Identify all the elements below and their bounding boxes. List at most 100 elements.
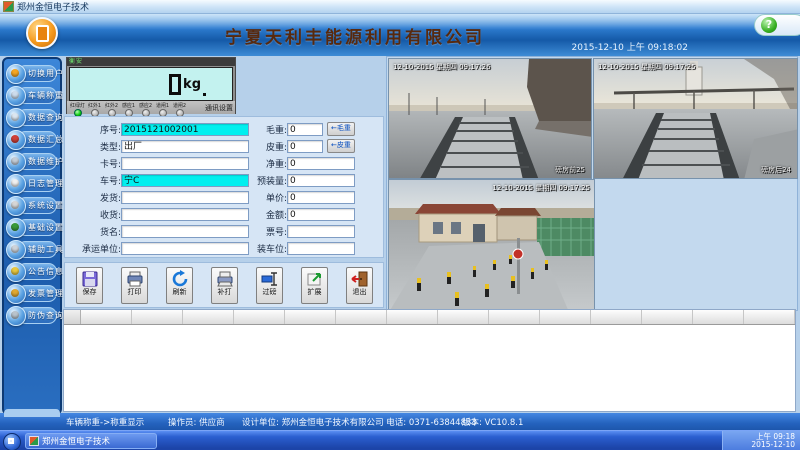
- field-input[interactable]: 0: [287, 174, 355, 187]
- column-header[interactable]: [132, 310, 183, 324]
- base-settings-icon: [6, 218, 26, 238]
- field-input[interactable]: 出厂: [121, 140, 249, 153]
- form-row: 金额: 0: [241, 207, 355, 221]
- field-input[interactable]: 0: [287, 208, 355, 221]
- field-input[interactable]: 宁C: [121, 174, 249, 187]
- sidebar-item[interactable]: 数据汇总: [6, 129, 58, 150]
- notice-info-icon: [6, 262, 26, 282]
- refresh-icon: [171, 270, 189, 288]
- column-header[interactable]: [591, 310, 642, 324]
- sidebar-item[interactable]: 公告信息: [6, 261, 58, 282]
- camera-name-label: 磅房前25: [555, 165, 585, 175]
- field-input[interactable]: [287, 242, 355, 255]
- status-bar: 车辆称重->称重显示 操作员: 供应商 设计单位: 郑州金恒电子技术有限公司 电…: [0, 413, 800, 430]
- column-header[interactable]: [489, 310, 540, 324]
- table-header-row: [64, 310, 795, 325]
- sidebar-item[interactable]: 发票管理: [6, 283, 58, 304]
- refresh-button[interactable]: 刷新: [166, 267, 193, 304]
- field-input[interactable]: 0: [287, 123, 323, 136]
- system-tray-clock[interactable]: 上午 09:18 2015-12-10: [722, 431, 800, 450]
- form-row: 毛重: 0 ←毛重: [241, 122, 355, 136]
- take-weight-button[interactable]: ←皮重: [327, 139, 355, 153]
- taskbar-app-button[interactable]: 郑州金恒电子技术: [25, 433, 157, 449]
- field-label: 发货:: [69, 191, 121, 204]
- field-input[interactable]: 0: [287, 191, 355, 204]
- field-label: 单价:: [241, 191, 287, 204]
- column-header[interactable]: [81, 310, 132, 324]
- start-button[interactable]: [3, 433, 21, 450]
- sidebar-item[interactable]: 系统设置: [6, 195, 58, 216]
- field-input[interactable]: 0: [287, 140, 323, 153]
- form-row: 类型: 出厂: [69, 139, 249, 153]
- column-header[interactable]: [540, 310, 591, 324]
- expand-button[interactable]: 扩展: [301, 267, 328, 304]
- column-header[interactable]: [183, 310, 234, 324]
- system-settings-gear-icon: [6, 196, 26, 216]
- records-table: [63, 309, 796, 412]
- field-input[interactable]: [287, 225, 355, 238]
- lcd-digit-zero: [169, 74, 181, 95]
- sidebar-item[interactable]: 数据维护: [6, 151, 58, 172]
- sidebar-item[interactable]: 辅助工具: [6, 239, 58, 260]
- sidebar-item-label: 数据查询: [28, 112, 64, 123]
- form-row: 净重: 0: [241, 156, 355, 170]
- column-header[interactable]: [285, 310, 336, 324]
- sidebar-item-label: 系统设置: [28, 200, 64, 211]
- field-input[interactable]: 2015121002001: [121, 123, 249, 136]
- column-header[interactable]: [693, 310, 744, 324]
- switch-user-icon: [6, 64, 26, 84]
- print-button[interactable]: 打印: [121, 267, 148, 304]
- sidebar-item-label: 切换用户: [28, 68, 64, 79]
- take-weight-button[interactable]: ←毛重: [327, 122, 355, 136]
- print-icon: [126, 270, 144, 288]
- column-header[interactable]: [234, 310, 285, 324]
- sidebar-item[interactable]: 防伪查询: [6, 305, 58, 326]
- weigh-pass-button[interactable]: 过磅: [256, 267, 283, 304]
- column-header[interactable]: [387, 310, 438, 324]
- io-indicator: 红外2: [103, 101, 120, 117]
- form-row: 皮重: 0 ←皮重: [241, 139, 355, 153]
- field-input[interactable]: [121, 191, 249, 204]
- field-input[interactable]: [121, 225, 249, 238]
- column-header[interactable]: [642, 310, 693, 324]
- reprint-button[interactable]: 补打: [211, 267, 238, 304]
- help-button[interactable]: ?: [754, 14, 800, 36]
- field-label: 皮重:: [241, 140, 287, 153]
- sidebar-item[interactable]: 切换用户: [6, 63, 58, 84]
- column-header[interactable]: [438, 310, 489, 324]
- sidebar-item-label: 发票管理: [28, 288, 64, 299]
- field-input[interactable]: [121, 157, 249, 170]
- reprint-icon: [216, 270, 234, 288]
- form-row: 收货:: [69, 207, 249, 221]
- sidebar-item[interactable]: 基础设置: [6, 217, 58, 238]
- save-button[interactable]: 保存: [76, 267, 103, 304]
- sidebar-item[interactable]: 车辆称重: [6, 85, 58, 106]
- field-input[interactable]: [121, 208, 249, 221]
- field-label: 预装量:: [241, 174, 287, 187]
- field-label: 金额:: [241, 208, 287, 221]
- comm-settings-button[interactable]: 通讯设置: [205, 103, 233, 113]
- io-indicator: 感应2: [137, 101, 154, 117]
- field-label: 车号:: [69, 174, 121, 187]
- form-row: 承运单位:: [69, 241, 249, 255]
- taskbar-app-icon: [29, 436, 39, 446]
- exit-door-icon: [351, 270, 369, 288]
- verify-query-icon: [6, 306, 26, 326]
- field-input[interactable]: 0: [287, 157, 355, 170]
- field-label: 票号:: [241, 225, 287, 238]
- data-query-icon: [6, 108, 26, 128]
- field-input[interactable]: [121, 242, 249, 255]
- sidebar-item[interactable]: 数据查询: [6, 107, 58, 128]
- column-header[interactable]: [336, 310, 387, 324]
- sidebar-item-label: 数据维护: [28, 156, 64, 167]
- form-row: 卡号:: [69, 156, 249, 170]
- column-header[interactable]: [744, 310, 795, 324]
- field-label: 净重:: [241, 157, 287, 170]
- weigh-form-panel: 序号: 2015121002001 类型: 出厂 卡号: 车号: 宁C 发货: …: [64, 116, 384, 258]
- sidebar-bottom-tab: [4, 409, 60, 417]
- sidebar-item[interactable]: 日志管理: [6, 173, 58, 194]
- exit-button[interactable]: 退出: [346, 267, 373, 304]
- sidebar-item-label: 辅助工具: [28, 244, 64, 255]
- form-row: 发货:: [69, 190, 249, 204]
- camera-timestamp: 12-10-2015 星期四 09:17:26: [393, 62, 491, 72]
